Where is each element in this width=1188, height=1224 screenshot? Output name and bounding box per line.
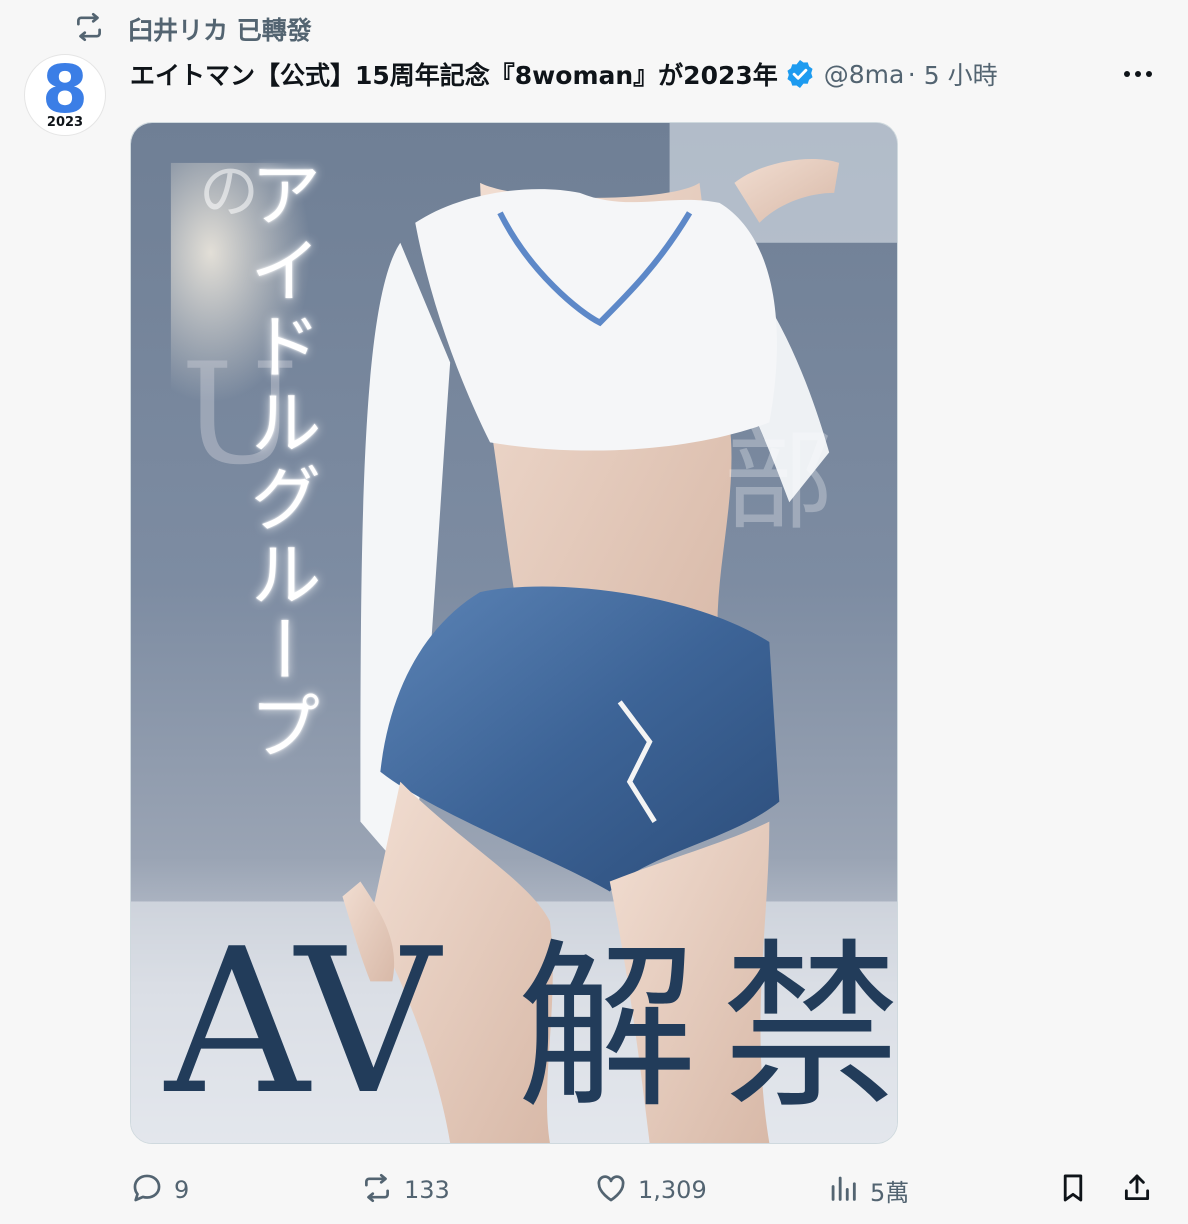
media-bottom-kanji: 解禁 (517, 931, 897, 1127)
separator-dot: · (907, 59, 916, 89)
reply-count: 9 (174, 1176, 190, 1204)
avatar-number: 8 (42, 54, 88, 128)
retweet-icon (72, 10, 106, 48)
views-icon (826, 1171, 860, 1209)
tweet-image[interactable]: U 部 の アイドルグループ AV 解禁 (130, 122, 898, 1144)
retweet-context[interactable]: 臼井リカ 已轉發 (72, 12, 312, 46)
more-icon[interactable] (1120, 60, 1156, 88)
reply-icon (130, 1171, 164, 1209)
action-bar: 9 133 1,309 5萬 (130, 1168, 1170, 1212)
handle[interactable]: @8man (824, 60, 904, 89)
retweet-button[interactable]: 133 (360, 1168, 450, 1212)
avatar-year: 2023 (46, 115, 84, 130)
retweet-count: 133 (404, 1176, 450, 1204)
tweet-header: エイトマン【公式】15周年記念『8woman』が2023年 @8man · 5 … (130, 52, 1170, 96)
verified-icon[interactable] (784, 58, 816, 90)
share-button[interactable] (1120, 1168, 1154, 1212)
avatar[interactable]: 8 2023 (24, 54, 106, 136)
reply-button[interactable]: 9 (130, 1168, 189, 1212)
like-count: 1,309 (638, 1176, 707, 1204)
retweet-icon (360, 1171, 394, 1209)
share-icon (1120, 1171, 1154, 1209)
views-button[interactable]: 5萬 (826, 1168, 909, 1212)
like-button[interactable]: 1,309 (594, 1168, 707, 1212)
retweeter-label: 臼井リカ 已轉發 (128, 16, 312, 45)
display-name[interactable]: エイトマン【公式】15周年記念『8woman』が2023年 (130, 56, 778, 92)
svg-text:部: 部 (705, 422, 833, 532)
media-bottom-latin: AV (165, 906, 440, 1139)
views-count: 5萬 (870, 1178, 910, 1207)
media-vertical-title: アイドルグループ (237, 157, 321, 765)
tweet[interactable]: 臼井リカ 已轉發 8 2023 エイトマン【公式】15周年記念『8woman』が… (0, 0, 1188, 1224)
timestamp[interactable]: 5 小時 (924, 56, 998, 92)
bookmark-icon (1056, 1171, 1090, 1209)
bookmark-button[interactable] (1056, 1168, 1090, 1212)
like-icon (594, 1171, 628, 1209)
